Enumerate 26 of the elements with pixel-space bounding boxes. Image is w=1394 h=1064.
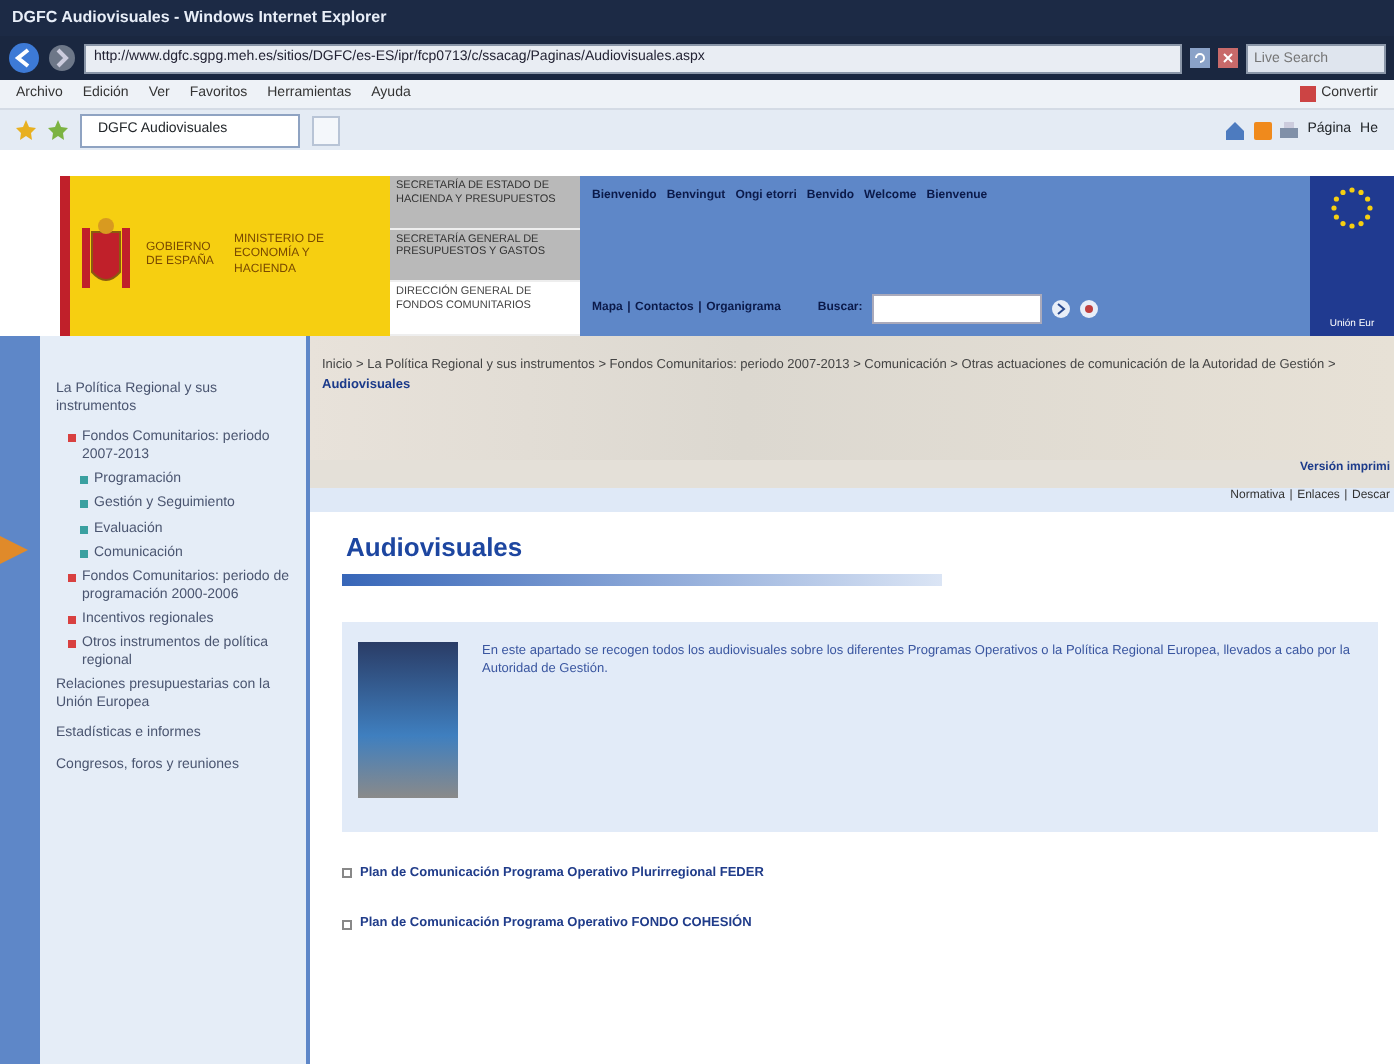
advanced-search-icon[interactable] <box>1080 300 1099 318</box>
search-go-icon[interactable] <box>1052 300 1071 318</box>
bullet-icon <box>80 476 88 485</box>
feeds-icon[interactable] <box>1253 121 1272 139</box>
bullet-icon <box>80 549 88 558</box>
bullet-icon <box>68 615 76 624</box>
window-title: DGFC Audiovisuales - Windows Internet Explorer <box>0 0 1394 36</box>
bullet-icon <box>68 434 76 443</box>
forward-icon[interactable] <box>48 44 76 72</box>
plus-icon <box>342 919 352 930</box>
plus-icon <box>342 867 352 878</box>
new-tab-button[interactable] <box>312 115 340 145</box>
add-favorite-icon[interactable] <box>48 120 68 140</box>
home-icon[interactable] <box>1226 121 1245 139</box>
refresh-icon[interactable] <box>1190 48 1210 68</box>
page-title: Audiovisuales <box>346 530 525 566</box>
back-icon[interactable] <box>8 42 40 74</box>
bullet-icon <box>68 573 76 582</box>
search-field[interactable] <box>872 294 1043 324</box>
convert-icon <box>1300 86 1317 102</box>
bullet-icon <box>68 640 76 649</box>
print-icon[interactable] <box>1280 121 1299 139</box>
close-icon[interactable] <box>1218 48 1238 68</box>
bullet-icon <box>80 500 88 509</box>
bullet-icon <box>80 525 88 534</box>
favorites-star-icon[interactable] <box>16 120 36 140</box>
